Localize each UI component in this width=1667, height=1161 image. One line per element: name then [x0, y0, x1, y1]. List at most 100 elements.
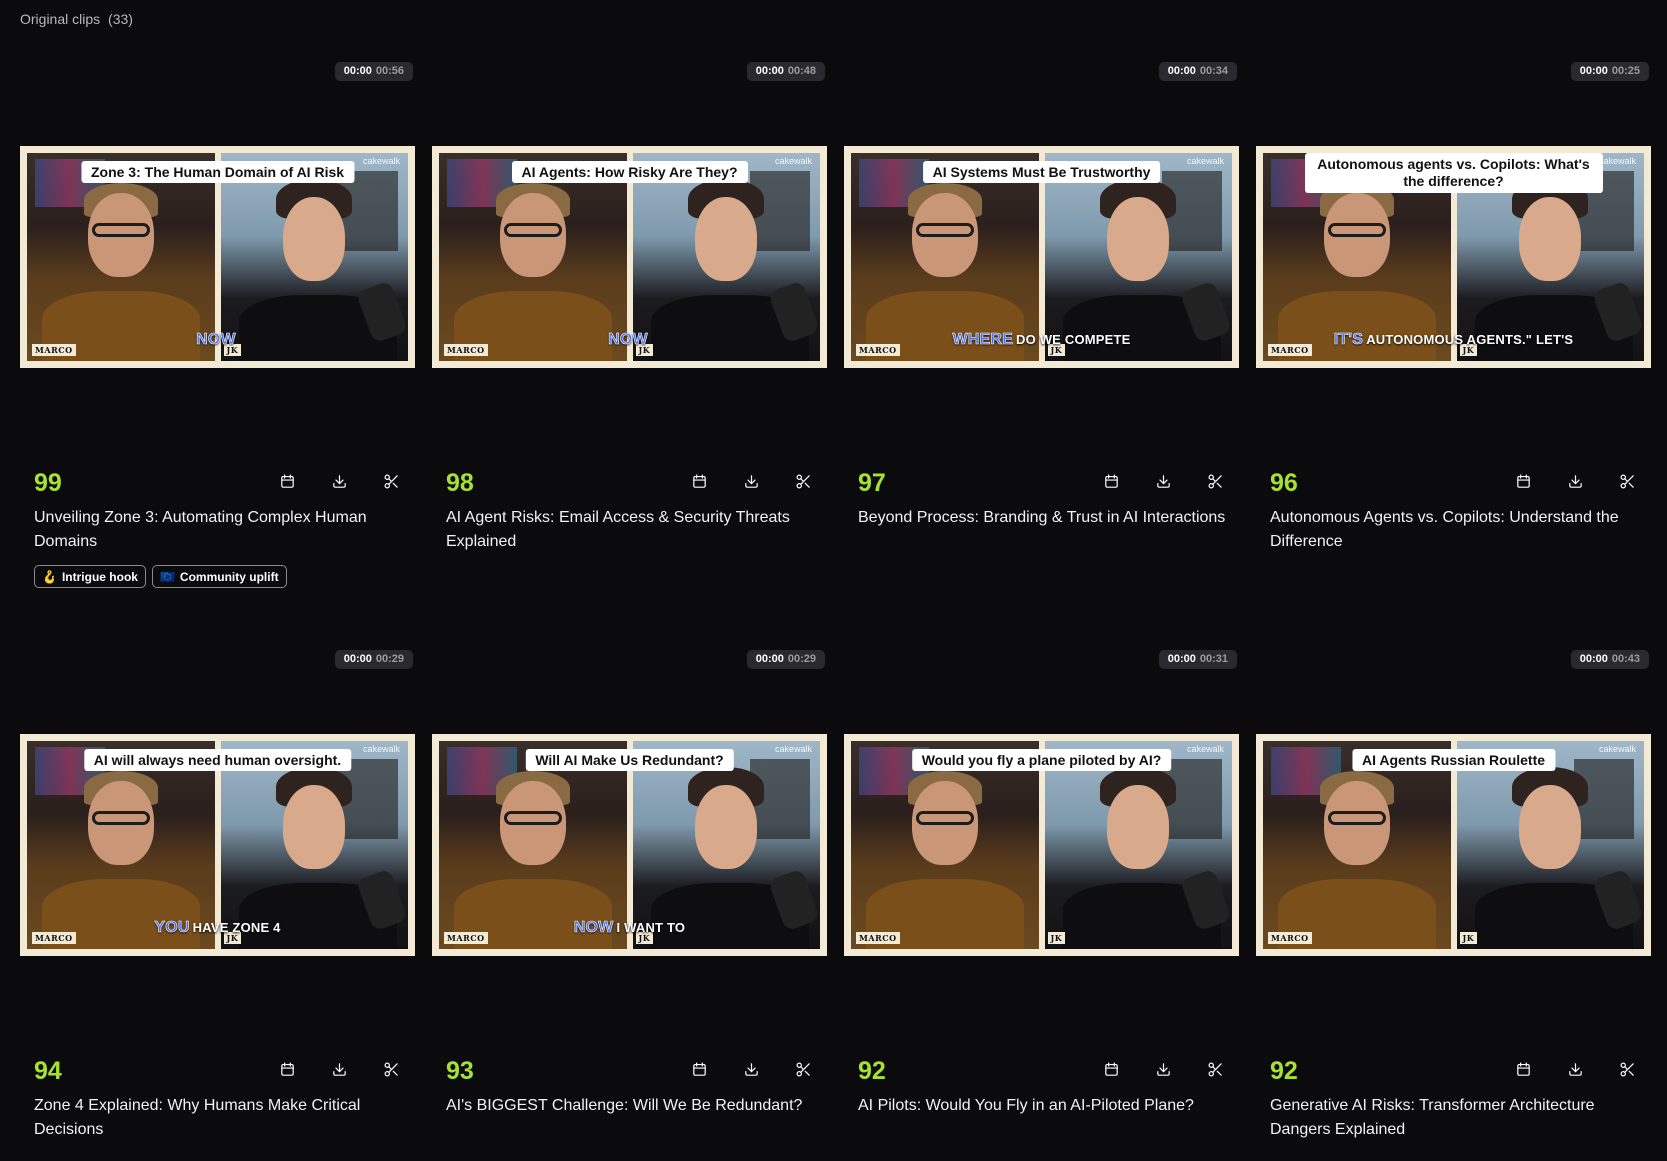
- virality-score: 98: [446, 469, 474, 497]
- schedule-button[interactable]: [1101, 474, 1121, 494]
- brand-watermark: cakewalk: [362, 744, 400, 754]
- time-total: 00:31: [1199, 653, 1228, 665]
- time-current: 00:00: [755, 653, 784, 665]
- brand-watermark: cakewalk: [1598, 156, 1636, 166]
- clip-title[interactable]: AI's BIGGEST Challenge: Will We Be Redun…: [446, 1094, 816, 1118]
- schedule-button[interactable]: [689, 1062, 709, 1082]
- clip-score-row: 92: [858, 1057, 1225, 1086]
- tag-label: Community uplift: [179, 569, 279, 584]
- subtitle-caption: NOW: [439, 331, 820, 349]
- clip-title[interactable]: AI Agent Risks: Email Access & Security …: [446, 506, 816, 554]
- clip-title[interactable]: Unveiling Zone 3: Automating Complex Hum…: [34, 506, 404, 554]
- clip-title[interactable]: Beyond Process: Branding & Trust in AI I…: [858, 506, 1228, 530]
- clip-thumbnail[interactable]: Autonomous agents vs. Copilots: What's t…: [1256, 146, 1651, 368]
- scissors-icon: [1619, 1061, 1636, 1083]
- clip-score-row: 99: [34, 469, 401, 498]
- speaker-left-video: MARCO: [851, 153, 1039, 361]
- download-button[interactable]: [329, 1062, 349, 1082]
- clip-title[interactable]: Autonomous Agents vs. Copilots: Understa…: [1270, 506, 1640, 554]
- download-button[interactable]: [1153, 1062, 1173, 1082]
- time-pill: 00:00 00:56: [334, 62, 413, 81]
- tag-icon: 🇪🇺: [159, 569, 175, 584]
- edit-clip-button[interactable]: [1205, 1062, 1225, 1082]
- time-pill: 00:00 00:43: [1570, 650, 1649, 669]
- edit-clip-button[interactable]: [1205, 474, 1225, 494]
- time-pill: 00:00 00:31: [1158, 650, 1237, 669]
- clip-thumbnail[interactable]: AI will always need human oversight. MAR…: [20, 734, 415, 956]
- calendar-icon: [1103, 1061, 1120, 1083]
- schedule-button[interactable]: [689, 474, 709, 494]
- download-button[interactable]: [1153, 474, 1173, 494]
- thumbnail-title-banner: AI Systems Must Be Trustworthy: [922, 161, 1161, 183]
- clip-score-row: 94: [34, 1057, 401, 1086]
- caption-text: AUTONOMOUS AGENTS." LET'S: [1366, 332, 1574, 347]
- speaker-left-video: MARCO: [27, 741, 215, 949]
- time-current: 00:00: [755, 65, 784, 77]
- thumbnail-title-banner: Zone 3: The Human Domain of AI Risk: [80, 161, 355, 183]
- clip-tag[interactable]: 🇪🇺 Community uplift: [151, 565, 287, 588]
- speaker-left-video: MARCO: [27, 153, 215, 361]
- calendar-icon: [1515, 473, 1532, 495]
- virality-score: 94: [34, 1057, 62, 1085]
- scissors-icon: [1207, 1061, 1224, 1083]
- virality-score: 92: [1270, 1057, 1298, 1085]
- calendar-icon: [279, 473, 296, 495]
- tag-label: Intrigue hook: [61, 569, 138, 584]
- time-current: 00:00: [1167, 65, 1196, 77]
- calendar-icon: [279, 1061, 296, 1083]
- edit-clip-button[interactable]: [793, 1062, 813, 1082]
- edit-clip-button[interactable]: [381, 474, 401, 494]
- schedule-button[interactable]: [277, 474, 297, 494]
- clip-thumbnail[interactable]: Zone 3: The Human Domain of AI Risk MARC…: [20, 146, 415, 368]
- download-button[interactable]: [741, 474, 761, 494]
- brand-watermark: cakewalk: [774, 156, 812, 166]
- speaker-right-video: JK cakewalk: [220, 741, 408, 949]
- virality-score: 99: [34, 469, 62, 497]
- edit-clip-button[interactable]: [793, 474, 813, 494]
- time-total: 00:25: [1611, 65, 1640, 77]
- schedule-button[interactable]: [1513, 474, 1533, 494]
- clip-title[interactable]: Generative AI Risks: Transformer Archite…: [1270, 1094, 1640, 1142]
- speaker-right-video: JK cakewalk: [1044, 153, 1232, 361]
- thumbnail-title-banner: Will AI Make Us Redundant?: [525, 749, 734, 771]
- clip-tag[interactable]: 🪝 Intrigue hook: [34, 565, 146, 588]
- caption-highlight-word: YOU: [154, 919, 190, 937]
- clip-score-row: 93: [446, 1057, 813, 1086]
- schedule-button[interactable]: [277, 1062, 297, 1082]
- download-icon: [331, 1061, 348, 1083]
- speaker-right-video: JK cakewalk: [632, 741, 820, 949]
- scissors-icon: [383, 473, 400, 495]
- time-current: 00:00: [1579, 653, 1608, 665]
- scissors-icon: [1207, 473, 1224, 495]
- edit-clip-button[interactable]: [1617, 1062, 1637, 1082]
- time-total: 00:29: [375, 653, 404, 665]
- download-button[interactable]: [741, 1062, 761, 1082]
- speaker-right-video: JK cakewalk: [220, 153, 408, 361]
- edit-clip-button[interactable]: [1617, 474, 1637, 494]
- download-button[interactable]: [1565, 474, 1585, 494]
- clip-thumbnail[interactable]: AI Agents: How Risky Are They? MARCO JK …: [432, 146, 827, 368]
- brand-watermark: cakewalk: [1186, 156, 1224, 166]
- clip-thumbnail[interactable]: Would you fly a plane piloted by AI? MAR…: [844, 734, 1239, 956]
- clip-title[interactable]: AI Pilots: Would You Fly in an AI-Pilote…: [858, 1094, 1228, 1118]
- edit-clip-button[interactable]: [381, 1062, 401, 1082]
- schedule-button[interactable]: [1513, 1062, 1533, 1082]
- virality-score: 96: [1270, 469, 1298, 497]
- download-button[interactable]: [329, 474, 349, 494]
- clip-title[interactable]: Zone 4 Explained: Why Humans Make Critic…: [34, 1094, 404, 1142]
- calendar-icon: [691, 473, 708, 495]
- caption-highlight-word: IT'S: [1333, 331, 1364, 349]
- caption-text: DO WE COMPETE: [1016, 332, 1131, 347]
- clip-thumbnail[interactable]: AI Systems Must Be Trustworthy MARCO JK …: [844, 146, 1239, 368]
- clip-count: (33): [108, 11, 133, 27]
- download-icon: [743, 473, 760, 495]
- clip-thumbnail[interactable]: AI Agents Russian Roulette MARCO JK cake…: [1256, 734, 1651, 956]
- speaker-left-video: MARCO: [1263, 741, 1451, 949]
- download-icon: [1567, 1061, 1584, 1083]
- download-button[interactable]: [1565, 1062, 1585, 1082]
- time-current: 00:00: [343, 653, 372, 665]
- scissors-icon: [383, 1061, 400, 1083]
- schedule-button[interactable]: [1101, 1062, 1121, 1082]
- speaker-right-video: JK cakewalk: [1456, 741, 1644, 949]
- clip-thumbnail[interactable]: Will AI Make Us Redundant? MARCO JK cake…: [432, 734, 827, 956]
